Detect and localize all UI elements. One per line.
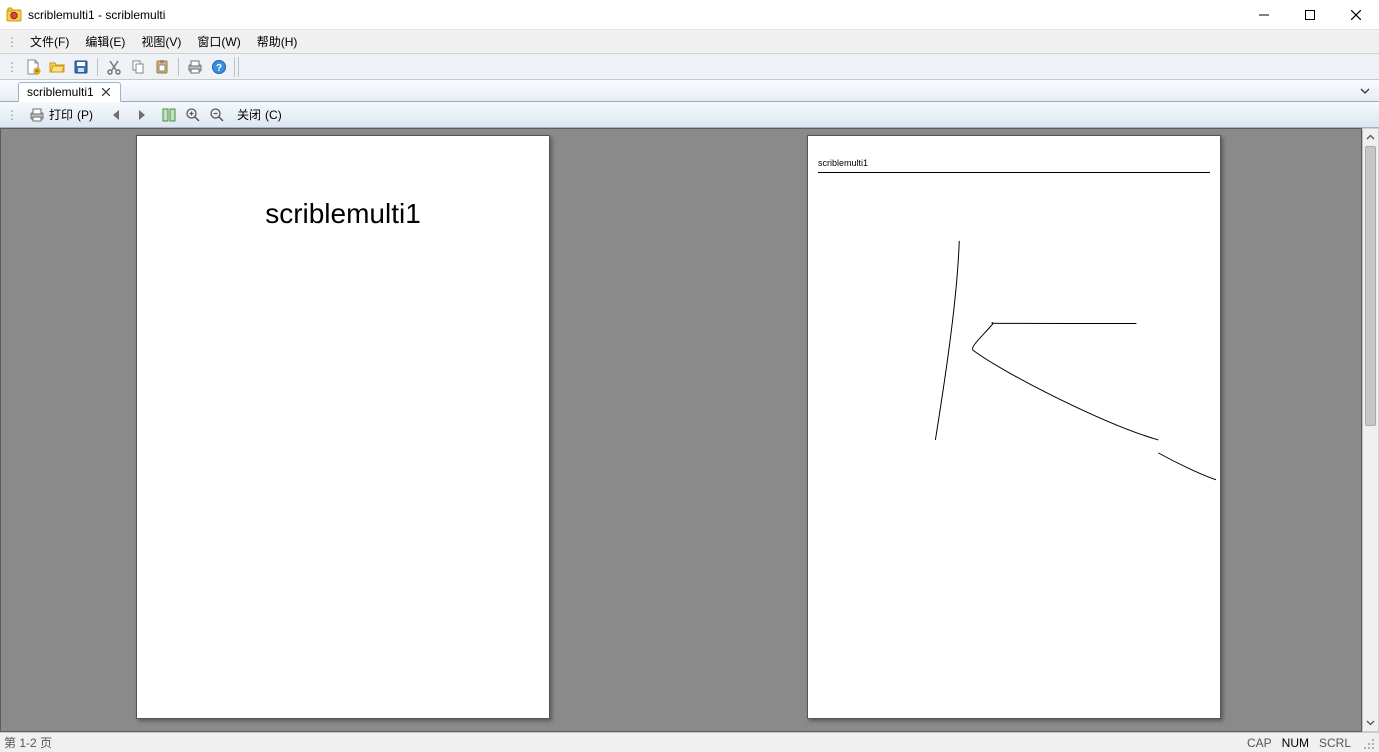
print-icon (187, 59, 203, 75)
toolbar-separator (178, 58, 179, 76)
resize-grip-icon[interactable] (1361, 736, 1375, 750)
toolbar-grip-icon: ⋮ (6, 60, 18, 74)
tab-list-dropdown-button[interactable] (1357, 83, 1373, 99)
preview-zoom-out-button[interactable] (206, 104, 228, 126)
zoom-in-icon (185, 107, 201, 123)
document-tab[interactable]: scriblemulti1 (18, 82, 121, 102)
print-button[interactable] (184, 56, 206, 78)
status-caps-indicator: CAP (1247, 736, 1272, 750)
scrollbar-thumb[interactable] (1365, 146, 1376, 426)
title-bar: scriblemulti1 - scriblemulti (0, 0, 1379, 30)
paste-button[interactable] (151, 56, 173, 78)
document-tab-label: scriblemulti1 (27, 85, 94, 99)
menu-help-hotkey: (H) (281, 35, 298, 49)
open-file-button[interactable] (46, 56, 68, 78)
menu-edit[interactable]: 编辑(E) (77, 30, 133, 53)
scrollbar-track[interactable] (1363, 146, 1378, 714)
cut-icon (106, 59, 122, 75)
preview-page-1: scriblemulti1 (136, 135, 550, 719)
chevron-down-icon (1360, 86, 1370, 96)
menu-window-label: 窗口 (197, 35, 221, 49)
window-controls (1241, 0, 1379, 29)
cut-button[interactable] (103, 56, 125, 78)
preview-page-layout-button[interactable] (158, 104, 180, 126)
document-tab-strip: scriblemulti1 (0, 80, 1379, 102)
chevron-up-icon (1366, 133, 1375, 142)
status-numlock-indicator: NUM (1282, 736, 1309, 750)
preview-print-button[interactable]: 打印 (P) (22, 104, 100, 126)
preview-close-button[interactable]: 关闭 (C) (230, 104, 289, 126)
close-icon (102, 88, 110, 96)
status-scrolllock-indicator: SCRL (1319, 736, 1351, 750)
page1-title: scriblemulti1 (137, 198, 549, 230)
menubar-grip-icon: ⋮ (6, 35, 18, 49)
previewbar-grip-icon: ⋮ (6, 108, 18, 122)
save-icon (73, 59, 89, 75)
print-icon (29, 107, 45, 123)
preview-print-label: 打印 (49, 106, 73, 123)
minimize-button[interactable] (1241, 0, 1287, 29)
toolbar-separator (97, 58, 98, 76)
menu-view-hotkey: (V) (165, 35, 181, 49)
preview-next-page-button[interactable] (130, 104, 152, 126)
workspace-container: scriblemulti1 scriblemulti1 (0, 128, 1379, 732)
menu-file-label: 文件 (30, 35, 54, 49)
paste-icon (154, 59, 170, 75)
two-page-icon (161, 107, 177, 123)
document-tab-close-button[interactable] (100, 86, 112, 98)
vertical-scrollbar[interactable] (1362, 128, 1379, 732)
menu-help-label: 帮助 (257, 35, 281, 49)
scrollbar-up-button[interactable] (1363, 129, 1378, 146)
triangle-left-icon (111, 109, 123, 121)
preview-prev-page-button[interactable] (106, 104, 128, 126)
open-folder-icon (49, 59, 65, 75)
zoom-out-icon (209, 107, 225, 123)
menu-view-label: 视图 (141, 35, 165, 49)
help-icon: ? (211, 59, 227, 75)
chevron-down-icon (1366, 718, 1375, 727)
status-page-info: 第 1-2 页 (4, 734, 52, 751)
triangle-right-icon (135, 109, 147, 121)
menu-edit-label: 编辑 (85, 35, 109, 49)
new-file-icon (25, 59, 41, 75)
new-file-button[interactable] (22, 56, 44, 78)
scrollbar-down-button[interactable] (1363, 714, 1378, 731)
menu-window[interactable]: 窗口(W) (189, 30, 248, 53)
copy-icon (130, 59, 146, 75)
preview-page-2: scriblemulti1 (807, 135, 1221, 719)
preview-print-hotkey: (P) (77, 108, 93, 122)
preview-nav (106, 104, 152, 126)
preview-close-label: 关闭 (237, 106, 261, 123)
menu-help[interactable]: 帮助(H) (249, 30, 306, 53)
save-button[interactable] (70, 56, 92, 78)
menu-view[interactable]: 视图(V) (133, 30, 189, 53)
svg-text:?: ? (216, 63, 222, 74)
menu-edit-hotkey: (E) (109, 35, 125, 49)
preview-close-hotkey: (C) (265, 108, 282, 122)
scribble-drawing (808, 136, 1220, 718)
menu-file[interactable]: 文件(F) (22, 30, 77, 53)
menu-window-hotkey: (W) (221, 35, 240, 49)
print-preview-canvas[interactable]: scriblemulti1 scriblemulti1 (0, 128, 1362, 732)
preview-zoom-in-button[interactable] (182, 104, 204, 126)
menu-file-hotkey: (F) (54, 35, 69, 49)
copy-button[interactable] (127, 56, 149, 78)
close-button[interactable] (1333, 0, 1379, 29)
help-button[interactable]: ? (208, 56, 230, 78)
window-title: scriblemulti1 - scriblemulti (28, 8, 165, 22)
menu-bar: ⋮ 文件(F) 编辑(E) 视图(V) 窗口(W) 帮助(H) (0, 30, 1379, 54)
main-toolbar: ⋮ (0, 54, 1379, 80)
status-bar: 第 1-2 页 CAP NUM SCRL (0, 732, 1379, 752)
toolbar-overflow-grip-icon[interactable] (234, 57, 240, 77)
print-preview-toolbar: ⋮ 打印 (P) (0, 102, 1379, 128)
app-icon (6, 7, 22, 23)
maximize-button[interactable] (1287, 0, 1333, 29)
